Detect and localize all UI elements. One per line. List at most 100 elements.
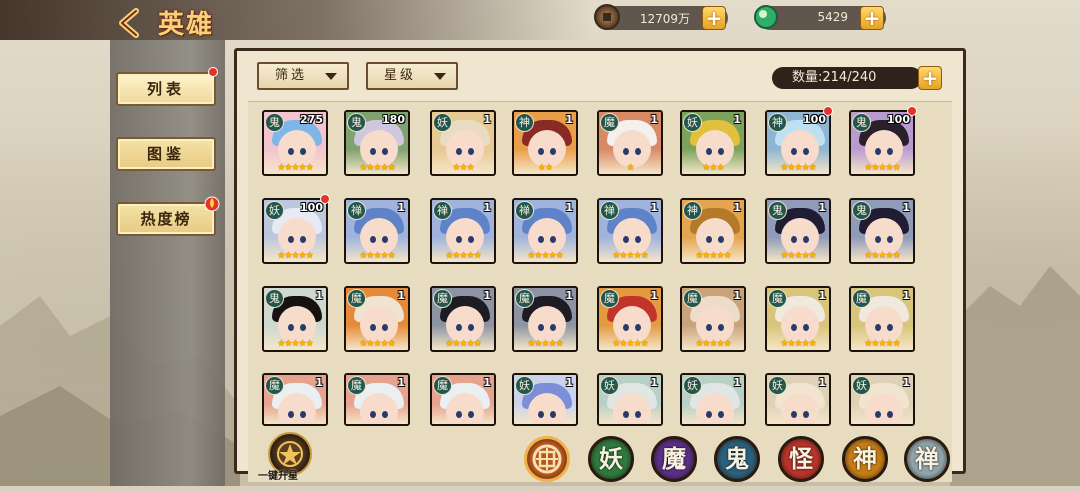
sidebar-item-list[interactable]: 列表 [116,72,216,106]
faction-tab-gui[interactable]: 鬼 [714,436,760,482]
hero-level: 1 [397,289,405,302]
faction-badge: 妖 [683,113,702,132]
hero-card[interactable]: 魔1 [344,373,410,426]
hero-card[interactable]: 鬼 275 ★★★★★ [262,110,328,176]
hero-card[interactable]: 魔1 [430,373,496,426]
hero-eye [706,411,712,418]
hero-eye [300,148,306,155]
hero-card[interactable]: 魔 1 ★★★★★ [765,286,831,352]
hero-card[interactable]: 魔 1 ★★★★★ [430,286,496,352]
hero-eye [635,236,641,243]
hero-card[interactable]: 妖1 [765,373,831,426]
add-jade-button[interactable]: + [860,6,884,30]
hero-stars: ★★★★★ [695,339,731,349]
sidebar [110,40,225,486]
hero-card[interactable]: 妖1 [512,373,578,426]
hero-stars: ★★★★★ [612,251,648,261]
hero-eye [706,236,712,243]
hero-eye [382,324,388,331]
hero-stars: ★★★★★ [864,339,900,349]
hero-stars: ★★★★★ [277,163,313,173]
hero-card[interactable]: 神 1 ★★ [512,110,578,176]
hero-card[interactable]: 魔1 [262,373,328,426]
faction-badge: 禅 [600,201,619,220]
hero-eye [803,411,809,418]
hero-eye [550,236,556,243]
faction-tab-guai[interactable]: 怪 [778,436,824,482]
dropdown-arrow-icon [434,73,446,80]
hero-card[interactable]: 禅 1 ★★★★★ [344,198,410,264]
hero-level: 1 [483,113,491,126]
star-label: 星级 [384,68,417,83]
hero-card[interactable]: 魔 1 ★★★★★ [597,286,663,352]
hero-card[interactable]: 魔 1 ★★★★★ [344,286,410,352]
hero-stars: ★★★★★ [780,163,816,173]
hero-card[interactable]: 魔 1 ★★★★★ [849,286,915,352]
hero-eye [875,411,881,418]
faction-badge: 鬼 [347,113,366,132]
hero-eye [370,411,376,418]
hero-card[interactable]: 神 1 ★★★★★ [680,198,746,264]
hero-card[interactable]: 神 100 ★★★★★ [765,110,831,176]
hero-card[interactable]: 鬼 1 ★★★★★ [849,198,915,264]
star-dropdown[interactable]: 星级 [366,62,458,90]
add-coins-button[interactable]: + [702,6,726,30]
filter-dropdown[interactable]: 筛选 [257,62,349,90]
hero-level: 1 [650,376,658,389]
back-button[interactable] [112,6,146,40]
expand-capacity-button[interactable]: + [918,66,942,90]
hero-card[interactable]: 妖 1 ★★★ [430,110,496,176]
hero-card[interactable]: 妖1 [849,373,915,426]
hero-eye [468,324,474,331]
faction-badge: 魔 [347,289,366,308]
sidebar-item-popularity[interactable]: 热度榜 [116,202,216,236]
faction-badge: 妖 [600,376,619,395]
hero-card[interactable]: 妖1 [597,373,663,426]
hero-card[interactable]: 鬼 1 ★★★★★ [262,286,328,352]
hero-card[interactable]: 鬼 100 ★★★★★ [849,110,915,176]
faction-tab-shen[interactable]: 神 [842,436,888,482]
faction-badge: 鬼 [768,201,787,220]
hero-stars: ★★★★★ [864,163,900,173]
faction-tab-yao[interactable]: 妖 [588,436,634,482]
hero-card[interactable]: 妖 1 ★★★ [680,110,746,176]
hero-stars: ★★★★★ [277,339,313,349]
hero-stars: ★★★★★ [445,339,481,349]
hero-card[interactable]: 魔 1 ★★★★★ [680,286,746,352]
faction-badge: 魔 [347,376,366,395]
hero-card[interactable]: 禅 1 ★★★★★ [512,198,578,264]
hero-card[interactable]: 妖 100 ★★★★★ [262,198,328,264]
hero-level: 1 [818,289,826,302]
hero-eye [803,236,809,243]
faction-badge: 鬼 [852,113,871,132]
hero-card[interactable]: 魔 1 ★★★★★ [512,286,578,352]
hero-eye [300,236,306,243]
hero-face [528,393,566,424]
faction-badge: 妖 [683,376,702,395]
hero-card[interactable]: 禅 1 ★★★★★ [430,198,496,264]
hero-card[interactable]: 禅 1 ★★★★★ [597,198,663,264]
hero-stars: ★★★★★ [359,251,395,261]
faction-badge: 禅 [433,201,452,220]
hero-level: 1 [650,201,658,214]
hero-face [865,393,903,424]
faction-badge: 鬼 [852,201,871,220]
hero-card[interactable]: 鬼 180 ★★★★★ [344,110,410,176]
hero-eye [623,324,629,331]
hero-eye [370,324,376,331]
jade-display: 5429 + [754,5,886,30]
hero-card[interactable]: 鬼 1 ★★★★★ [765,198,831,264]
hero-eye [382,236,388,243]
hero-notification-badge [823,106,833,116]
faction-tab-chan[interactable]: 禅 [904,436,950,482]
hero-eye [550,324,556,331]
faction-tab-all[interactable] [524,436,570,482]
sidebar-item-codex[interactable]: 图鉴 [116,137,216,171]
hero-stars: ★★★★★ [359,339,395,349]
hero-eye [538,411,544,418]
faction-tab-mo[interactable]: 魔 [651,436,697,482]
hero-card[interactable]: 魔 1 ★ [597,110,663,176]
hero-card[interactable]: 妖1 [680,373,746,426]
hero-level: 1 [397,376,405,389]
faction-badge: 魔 [768,289,787,308]
